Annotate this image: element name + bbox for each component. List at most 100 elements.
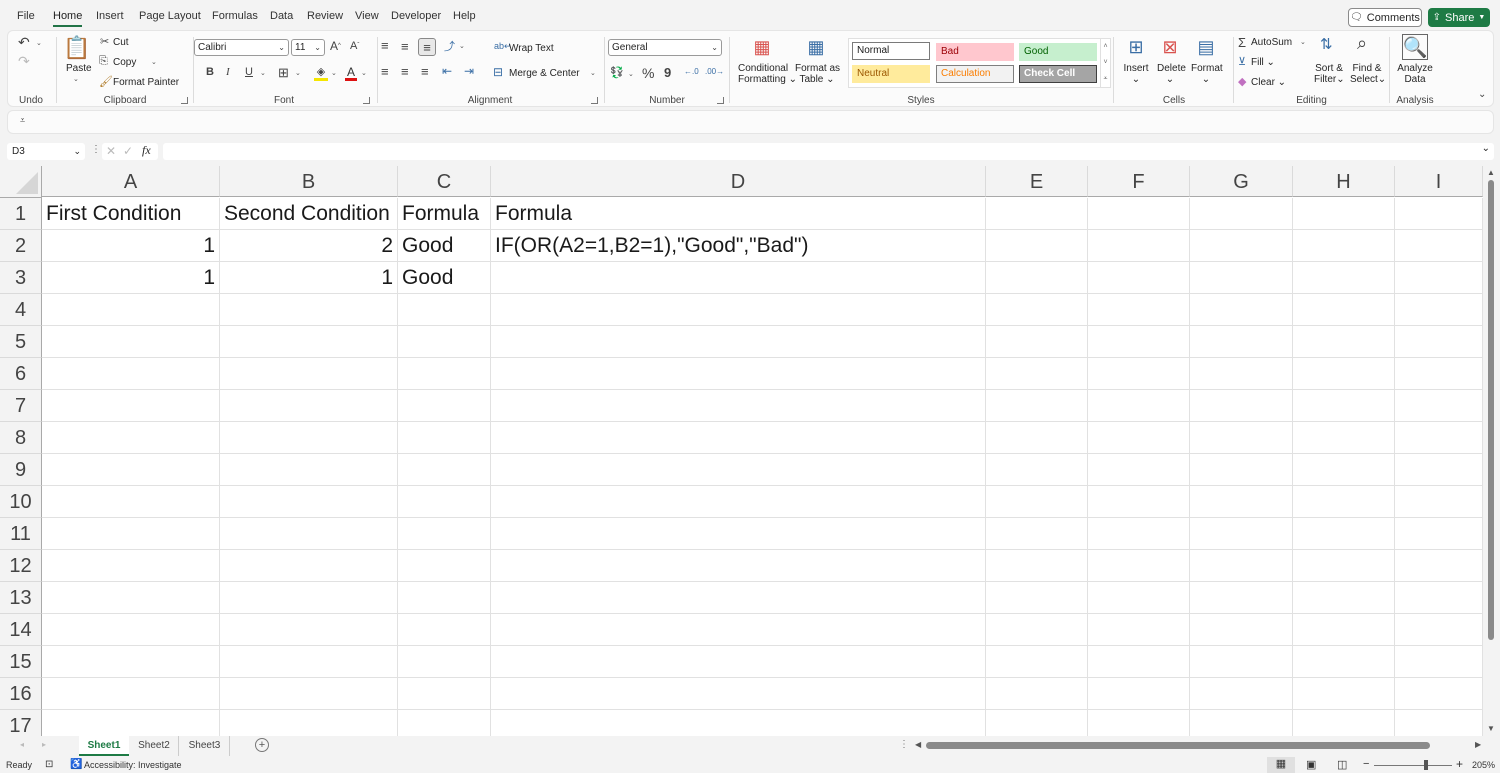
cell-a10[interactable] [42, 486, 220, 518]
cell-a5[interactable] [42, 326, 220, 358]
cell-d13[interactable] [491, 582, 986, 614]
cell-g14[interactable] [1190, 614, 1293, 646]
row-header-10[interactable]: 10 [0, 486, 42, 518]
row-header-11[interactable]: 11 [0, 518, 42, 550]
cell-c15[interactable] [398, 646, 491, 678]
cell-i5[interactable] [1395, 326, 1483, 358]
cell-c10[interactable] [398, 486, 491, 518]
comments-button[interactable]: 🗨 Comments [1348, 8, 1422, 27]
cell-i4[interactable] [1395, 294, 1483, 326]
cell-b10[interactable] [220, 486, 398, 518]
cell-f16[interactable] [1088, 678, 1190, 710]
borders-icon[interactable]: ⊞ [278, 65, 289, 81]
row-header-5[interactable]: 5 [0, 326, 42, 358]
cell-e4[interactable] [986, 294, 1088, 326]
cell-c2[interactable]: Good [398, 230, 491, 262]
cell-b15[interactable] [220, 646, 398, 678]
format-painter-button[interactable]: Format Painter [113, 77, 179, 88]
cell-b13[interactable] [220, 582, 398, 614]
cell-f5[interactable] [1088, 326, 1190, 358]
chevron-down-icon[interactable]: ⌄ [151, 58, 157, 66]
sort-filter-button[interactable]: Sort & Filter⌄ [1314, 63, 1345, 85]
cell-a1[interactable]: First Condition [42, 198, 220, 230]
scroll-down-icon[interactable]: ▼ [1487, 724, 1495, 733]
cell-a8[interactable] [42, 422, 220, 454]
cell-i17[interactable] [1395, 710, 1483, 736]
cell-a16[interactable] [42, 678, 220, 710]
row-header-14[interactable]: 14 [0, 614, 42, 646]
cell-i14[interactable] [1395, 614, 1483, 646]
number-format-select[interactable]: General ⌄ [608, 39, 722, 56]
cell-e3[interactable] [986, 262, 1088, 294]
cell-f2[interactable] [1088, 230, 1190, 262]
zoom-out-button[interactable]: − [1363, 758, 1369, 770]
share-button[interactable]: ⇪ Share ▼ [1428, 8, 1490, 27]
column-header-b[interactable]: B [220, 166, 398, 197]
cell-d16[interactable] [491, 678, 986, 710]
clear-button[interactable]: Clear ⌄ [1251, 77, 1286, 88]
cell-d9[interactable] [491, 454, 986, 486]
cell-h15[interactable] [1293, 646, 1395, 678]
column-header-g[interactable]: G [1190, 166, 1293, 197]
cell-h16[interactable] [1293, 678, 1395, 710]
formula-input[interactable]: ⌄ [163, 143, 1494, 160]
chevron-down-icon[interactable]: ⌄ [73, 143, 81, 160]
chevron-down-icon[interactable]: ⌄ [361, 69, 367, 77]
cell-f14[interactable] [1088, 614, 1190, 646]
sheet-tab-sheet3[interactable]: Sheet3 [180, 736, 230, 756]
row-header-6[interactable]: 6 [0, 358, 42, 390]
tab-help[interactable]: Help [453, 10, 476, 22]
chevron-down-icon[interactable]: ⌄ [73, 75, 79, 83]
cell-f15[interactable] [1088, 646, 1190, 678]
cell-f8[interactable] [1088, 422, 1190, 454]
styles-gallery-scroll[interactable]: ˄ ˅ ⩡ [1100, 38, 1111, 88]
increase-font-size-icon[interactable]: A ^ [330, 39, 341, 53]
cell-h17[interactable] [1293, 710, 1395, 736]
accounting-format-icon[interactable]: 💱 [610, 66, 624, 79]
tab-formulas[interactable]: Formulas [212, 10, 258, 22]
cell-b1[interactable]: Second Condition [220, 198, 398, 230]
row-header-9[interactable]: 9 [0, 454, 42, 486]
chevron-down-icon[interactable]: ⌄ [1300, 38, 1306, 46]
row-header-13[interactable]: 13 [0, 582, 42, 614]
style-normal[interactable]: Normal [852, 42, 930, 60]
zoom-level[interactable]: 205% [1472, 760, 1495, 770]
cell-g10[interactable] [1190, 486, 1293, 518]
add-sheet-button[interactable]: + [255, 738, 269, 752]
cell-b5[interactable] [220, 326, 398, 358]
zoom-slider[interactable] [1374, 765, 1452, 766]
cell-c14[interactable] [398, 614, 491, 646]
cell-b11[interactable] [220, 518, 398, 550]
cell-b3[interactable]: 1 [220, 262, 398, 294]
cell-b2[interactable]: 2 [220, 230, 398, 262]
cell-a2[interactable]: 1 [42, 230, 220, 262]
merge-center-button[interactable]: Merge & Center [509, 68, 580, 79]
align-middle-icon[interactable]: ≡ [401, 39, 409, 54]
cell-d10[interactable] [491, 486, 986, 518]
cell-h7[interactable] [1293, 390, 1395, 422]
cell-d2[interactable]: IF(OR(A2=1,B2=1),"Good","Bad") [491, 230, 986, 262]
format-button[interactable]: Format ⌄ [1191, 63, 1223, 85]
cell-g1[interactable] [1190, 198, 1293, 230]
font-dialog-launcher[interactable] [363, 97, 370, 104]
cell-i1[interactable] [1395, 198, 1483, 230]
fill-color-icon[interactable]: ◈ [314, 65, 328, 81]
cell-f13[interactable] [1088, 582, 1190, 614]
cell-d8[interactable] [491, 422, 986, 454]
increase-decimal-icon[interactable]: ←.0 [684, 67, 699, 76]
cell-e5[interactable] [986, 326, 1088, 358]
redo-icon[interactable]: ↷ [18, 53, 30, 70]
cell-g6[interactable] [1190, 358, 1293, 390]
increase-indent-icon[interactable]: ⇥ [464, 64, 474, 78]
format-as-table-button[interactable]: Format as Table ⌄ [795, 63, 840, 85]
cell-d6[interactable] [491, 358, 986, 390]
decrease-indent-icon[interactable]: ⇤ [442, 64, 452, 78]
bold-button[interactable]: B [206, 66, 214, 78]
insert-button[interactable]: Insert ⌄ [1123, 63, 1149, 85]
column-header-e[interactable]: E [986, 166, 1088, 197]
cell-b9[interactable] [220, 454, 398, 486]
cell-c9[interactable] [398, 454, 491, 486]
next-sheet-icon[interactable]: ▸ [42, 740, 46, 749]
cell-e16[interactable] [986, 678, 1088, 710]
cell-a14[interactable] [42, 614, 220, 646]
